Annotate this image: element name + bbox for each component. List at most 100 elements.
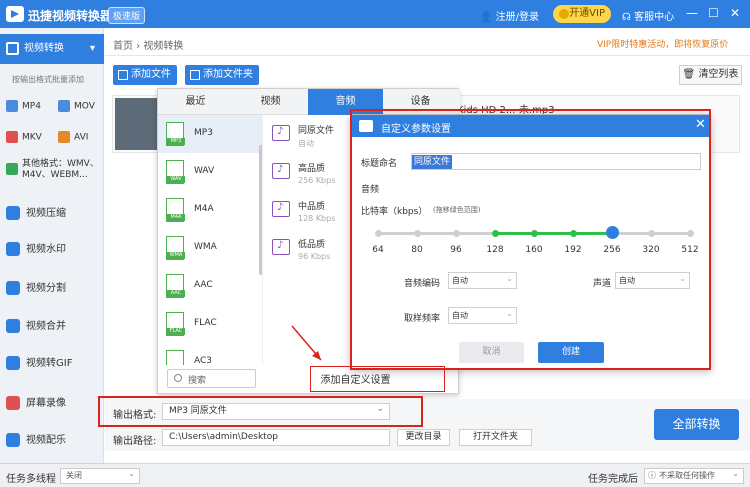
format-item-aac[interactable]: AAC AAC [158,267,262,305]
tab-recent[interactable]: 最近 [158,89,233,115]
format-search-input[interactable]: 搜索 [167,369,256,388]
format-label: M4A [194,204,214,214]
login-link[interactable]: 👤 注册/登录 [480,8,539,23]
format-label: FLAC [194,318,217,328]
quality-item-low[interactable]: 低品质 96 Kbps [272,235,362,275]
app-title: 迅捷视频转换器 [28,9,113,23]
watermark-icon [6,242,20,256]
promo-link[interactable]: VIP限时特惠活动，即将恢复原价 [597,37,728,50]
after-task-label: 任务完成后 [588,474,638,485]
format-item-flac[interactable]: FLAC FLAC [158,305,262,343]
format-shortcut-mp4[interactable]: MP4 [6,100,41,112]
format-label: MP4 [22,101,41,112]
quality-bitrate: 自动 [298,139,314,148]
audio-format-list: MP3 MP3 WAV WAV M4A M4A WMA WMA AAC AAC FLAC F… [158,115,263,365]
tab-video[interactable]: 视频 [233,89,308,115]
quality-name: 同原文件 [298,126,335,136]
output-path-field[interactable]: C:\Users\admin\Desktop [162,429,390,446]
m4a-file-icon: M4A [166,198,185,222]
quality-item-high[interactable]: 高品质 256 Kbps [272,159,362,199]
sidebar-item-label: 屏幕录像 [26,398,66,409]
format-label: AAC [194,280,213,290]
icon-label: WMA [167,252,185,259]
convert-all-button[interactable]: 全部转换 [654,409,739,440]
sidebar-item-watermark[interactable]: 视频水印 [6,240,66,256]
mp3-file-icon: MP3 [166,122,185,146]
format-shortcut-other[interactable]: 其他格式：WMV、M4V、WEBM... [6,159,100,181]
icon-label: MP3 [167,138,185,145]
quality-name: 低品质 [298,240,326,250]
sidebar-item-split[interactable]: 视频分割 [6,279,66,295]
close-button[interactable]: ✕ [730,6,740,20]
sidebar-item-compress[interactable]: 视频压缩 [6,204,66,220]
format-item-wav[interactable]: WAV WAV [158,153,262,191]
highlight-box-output-format [98,396,423,427]
compress-icon [6,206,20,220]
button-label: 清空列表 [698,69,739,80]
minimize-button[interactable]: — [686,6,698,20]
format-shortcut-mkv[interactable]: MKV [6,131,42,143]
video-file-icon [58,131,70,143]
sidebar-item-label: 视频压缩 [26,208,66,219]
format-shortcut-avi[interactable]: AVI [58,131,88,143]
app-logo-icon [6,6,24,22]
ac3-file-icon: AC3 [166,350,184,365]
after-task-select[interactable]: ⓘ 不采取任何操作 [644,467,744,484]
format-label: WAV [194,166,215,176]
chevron-down-icon: ▾ [90,43,96,54]
split-icon [6,281,20,295]
sidebar-item-video-convert[interactable]: 视频转换 ▾ [0,34,104,64]
sidebar-item-record[interactable]: 屏幕录像 [6,394,66,410]
title-bar: 迅捷视频转换器 极速版 👤 注册/登录 开通VIP ☊ 客服中心 — ☐ ✕ [0,0,750,28]
gif-icon [6,356,20,370]
quality-item-medium[interactable]: 中品质 128 Kbps [272,197,362,237]
sidebar-item-music[interactable]: 视频配乐 [6,431,66,447]
sidebar-item-label: 视频转GIF [26,358,73,369]
quality-item-original[interactable]: 同原文件自动 [272,121,362,161]
format-label: AVI [74,132,89,143]
add-folder-button[interactable]: 添加文件夹 [185,65,259,85]
clear-list-button[interactable]: 🗑 清空列表 [679,65,742,85]
sidebar-item-merge[interactable]: 视频合并 [6,317,66,333]
format-item-mp3[interactable]: MP3 MP3 [158,115,262,153]
breadcrumb: 首页 › 视频转换 [113,41,184,52]
audio-quality-icon [272,239,290,255]
format-item-m4a[interactable]: M4A M4A [158,191,262,229]
format-item-ac3[interactable]: AC3 AC3 [158,343,262,365]
support-label: 客服中心 [634,12,675,23]
convert-icon [6,42,19,55]
format-label: MKV [22,132,42,143]
format-label: 其他格式：WMV、M4V、WEBM... [22,159,99,180]
multi-thread-label: 任务多线程 [6,474,56,485]
sidebar: 视频转换 ▾ 按输出格式批量添加 MP4 MOV MKV AVI 其他格式：WMV… [0,28,104,463]
multi-thread-select[interactable]: 关闭 [60,467,140,484]
add-file-button[interactable]: 添加文件 [113,65,177,85]
flac-file-icon: FLAC [166,312,185,336]
icon-label: WAV [167,176,185,183]
format-item-wma[interactable]: WMA WMA [158,229,262,267]
open-folder-button[interactable]: 打开文件夹 [459,429,532,446]
quality-name: 中品质 [298,202,326,212]
maximize-button[interactable]: ☐ [708,6,719,20]
merge-icon [6,319,20,333]
support-link[interactable]: ☊ 客服中心 [622,8,674,23]
search-icon [174,374,182,382]
video-thumbnail [115,98,163,150]
vip-button[interactable]: 开通VIP [553,5,611,23]
highlight-box-add-custom [310,366,445,392]
sidebar-item-gif[interactable]: 视频转GIF [6,354,72,370]
trash-icon: 🗑 [682,69,696,80]
status-bar: 任务多线程 关闭 任务完成后 ⓘ不采取任何操作 [0,463,750,487]
video-file-icon [6,131,18,143]
icon-label: M4A [167,214,185,221]
music-icon [6,433,20,447]
format-label: AC3 [194,356,213,365]
main-header: 首页 › 视频转换 VIP限时特惠活动，即将恢复原价 [105,28,750,56]
scrollbar[interactable] [259,145,262,275]
quality-bitrate: 256 Kbps [298,176,336,185]
highlight-box-dialog [350,109,711,370]
format-shortcut-mov[interactable]: MOV [58,100,95,112]
sidebar-item-label: 视频转换 [24,43,64,54]
add-file-icon [118,70,128,80]
change-directory-button[interactable]: 更改目录 [397,429,450,446]
